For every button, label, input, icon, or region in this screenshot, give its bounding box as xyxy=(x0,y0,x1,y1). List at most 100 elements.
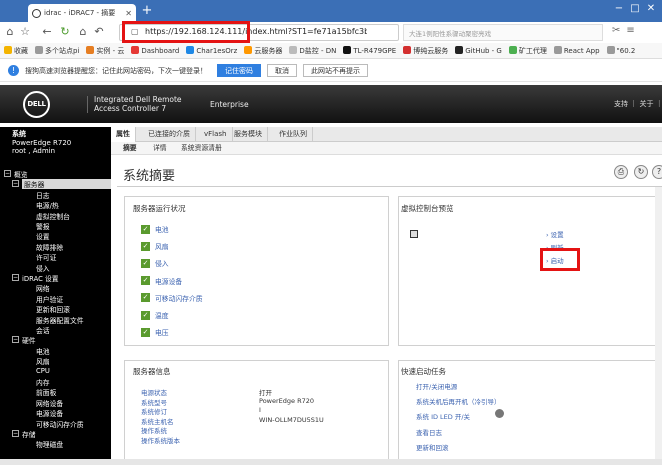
tree-item[interactable]: 虚拟控制台 xyxy=(36,211,70,221)
home-icon[interactable]: ⌂ xyxy=(3,25,17,39)
window-controls: − □ ✕ xyxy=(612,2,658,16)
print-icon[interactable]: ⎙ xyxy=(614,165,628,179)
tab-properties[interactable]: 属性 xyxy=(111,127,136,142)
subtab-details[interactable]: 详情 xyxy=(153,142,167,155)
health-item[interactable]: ✓ 温度 xyxy=(141,310,169,320)
health-item[interactable]: ✓ 电池 xyxy=(141,224,169,234)
health-item[interactable]: ✓ 可移动闪存介质 xyxy=(141,293,203,303)
tree-item[interactable]: 警报 xyxy=(36,221,50,231)
tree-expand-icon[interactable]: − xyxy=(12,336,19,344)
bookmark-item[interactable]: GitHub - G xyxy=(455,46,502,55)
bookmark-item[interactable]: 博纯云服务 xyxy=(403,45,448,56)
tree-item[interactable]: 风扇 xyxy=(36,356,50,366)
minimize-button[interactable]: − xyxy=(612,2,626,16)
tree-item[interactable]: 物理磁盘 xyxy=(36,439,63,449)
server-health-panel xyxy=(124,196,389,346)
tree-item[interactable]: 电源设备 xyxy=(36,408,63,418)
tree-item[interactable]: 电池 xyxy=(36,346,50,356)
tree-expand-icon[interactable]: − xyxy=(12,180,19,188)
quick-launch-link[interactable]: 打开/关闭电源 xyxy=(416,381,457,391)
health-item[interactable]: ✓ 电源设备 xyxy=(141,276,182,286)
bookmark-item[interactable]: Dashboard xyxy=(131,46,179,55)
vc-settings-link[interactable]: › 设置 xyxy=(546,229,564,239)
tab-close-icon[interactable]: ✕ xyxy=(125,9,132,18)
tree-item[interactable]: 故障排除 xyxy=(36,242,63,252)
subtab-inventory[interactable]: 系统资源清册 xyxy=(181,142,222,155)
tree-item[interactable]: 可移动闪存介质 xyxy=(36,419,84,429)
tree-item[interactable]: 网络 xyxy=(36,283,50,293)
info-label: 操作系统 xyxy=(141,427,167,435)
save-password-button[interactable]: 记住密码 xyxy=(217,64,261,77)
header-links[interactable]: 支持 ｜ 关于 ｜ 退 xyxy=(614,99,662,109)
bookmark-item[interactable]: 矿工代理 xyxy=(508,45,547,56)
back-icon[interactable]: ← xyxy=(40,25,54,39)
undo-icon[interactable]: ↶ xyxy=(92,25,106,39)
bookmark-item[interactable]: 收藏 xyxy=(4,45,28,56)
health-item[interactable]: ✓ 风扇 xyxy=(141,241,169,251)
tree-item[interactable]: 硬件 xyxy=(22,335,36,345)
tab-service-module[interactable]: 服务模块 xyxy=(229,127,268,142)
tree-item[interactable]: 概览 xyxy=(14,169,28,179)
tree-item[interactable]: 设置 xyxy=(36,231,50,241)
quick-launch-link[interactable]: 查看日志 xyxy=(416,427,442,437)
tree-item[interactable]: 许可证 xyxy=(36,252,56,262)
bookmark-item[interactable]: "60.2 xyxy=(606,46,635,55)
tab-title: idrac - iDRAC7 - 摘要 xyxy=(44,9,116,17)
tree-item[interactable]: 服务器配置文件 xyxy=(36,315,84,325)
tree-expand-icon[interactable]: − xyxy=(4,170,11,177)
bookmark-item[interactable]: Char1esOrz xyxy=(186,46,237,55)
quick-launch-link[interactable]: 系统关机后再开机（冷引导） xyxy=(416,396,501,406)
bookmark-item[interactable]: TL-R479GPE xyxy=(343,46,396,55)
system-info[interactable]: 系统 PowerEdge R720 root , Admin xyxy=(0,127,111,165)
quick-launch-link[interactable]: 更新和回滚 xyxy=(416,442,449,452)
info-label: 系统型号 xyxy=(141,398,167,407)
console-preview-icon[interactable] xyxy=(410,230,418,238)
health-item[interactable]: ✓ 侵入 xyxy=(141,258,169,268)
tab-job-queue[interactable]: 作业队列 xyxy=(274,127,313,142)
tree-item[interactable]: 用户验证 xyxy=(36,294,63,304)
health-item[interactable]: ✓ 电压 xyxy=(141,327,169,337)
never-prompt-button[interactable]: 此网站不再提示 xyxy=(303,64,368,77)
tree-item[interactable]: 服务器 xyxy=(22,179,111,190)
tab-vflash[interactable]: vFlash xyxy=(199,127,233,142)
tab-favicon-icon xyxy=(32,8,41,18)
bookmark-item[interactable]: D盐控 - DN xyxy=(289,45,336,56)
tree-item[interactable]: 会话 xyxy=(36,325,50,335)
scrollbar[interactable] xyxy=(655,187,662,459)
tab-attached-media[interactable]: 已连接的介质 xyxy=(143,127,196,142)
bookmark-item[interactable]: 云服务器 xyxy=(244,45,282,56)
refresh-icon[interactable]: ↻ xyxy=(634,165,648,179)
tree-item[interactable]: 电源/热 xyxy=(36,200,59,210)
quick-launch-link[interactable]: 系统 ID LED 开/关 xyxy=(416,411,470,421)
home-page-icon[interactable]: ⌂ xyxy=(76,25,90,39)
tree-item[interactable]: 日志 xyxy=(36,190,50,200)
tree-item[interactable]: 网络设备 xyxy=(36,398,63,408)
search-input[interactable]: 大连1例阳性系骤动聚密亮戏 xyxy=(403,24,603,41)
help-icon[interactable]: ? xyxy=(652,165,662,179)
tree-item[interactable]: 内存 xyxy=(36,377,50,387)
tree-item[interactable]: iDRAC 设置 xyxy=(22,273,59,283)
tree-expand-icon[interactable]: − xyxy=(12,274,19,281)
bookmark-item[interactable]: React App xyxy=(553,46,600,55)
close-window-button[interactable]: ✕ xyxy=(644,2,658,16)
tree-item[interactable]: 更新和回滚 xyxy=(36,304,70,314)
tree-item[interactable]: CPU xyxy=(36,367,50,375)
star-icon[interactable]: ☆ xyxy=(18,25,32,39)
cancel-button[interactable]: 取消 xyxy=(267,64,297,77)
virtual-console-title: 虚拟控制台预览 xyxy=(401,204,454,213)
subtab-summary[interactable]: 摘要 xyxy=(123,142,137,155)
health-item-label: 风扇 xyxy=(155,243,169,252)
share-icon[interactable]: ✂ xyxy=(612,25,620,36)
maximize-button[interactable]: □ xyxy=(628,2,642,16)
new-tab-button[interactable]: + xyxy=(140,4,154,18)
password-prompt-bar: ! 搜狗高速浏览器提醒您：记住此网站密码，下次一键登录！ 记住密码 取消 此网站… xyxy=(0,60,662,82)
bookmark-item[interactable]: 多个站点pi xyxy=(35,45,79,56)
tree-item[interactable]: 前面板 xyxy=(36,387,56,397)
tree-item[interactable]: 存储 xyxy=(22,429,36,439)
bookmark-item[interactable]: 实例 - 云 xyxy=(86,45,124,56)
reload-icon[interactable]: ↻ xyxy=(58,25,72,39)
browser-tab[interactable]: idrac - iDRAC7 - 摘要 ✕ xyxy=(28,4,136,22)
menu-icon[interactable]: ≡ xyxy=(626,25,634,36)
tree-expand-icon[interactable]: − xyxy=(12,430,19,437)
tree-item[interactable]: 侵入 xyxy=(36,263,50,273)
